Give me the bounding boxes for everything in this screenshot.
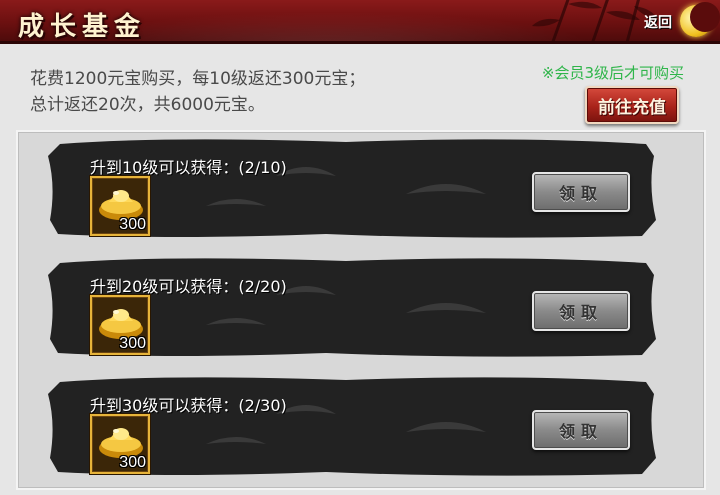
reward-count: 300	[119, 335, 146, 352]
fund-description: 花费1200元宝购买，每10级返还300元宝； 总计返还20次，共6000元宝。	[30, 66, 365, 118]
reward-title: 升到20级可以获得：(2/20)	[90, 277, 287, 296]
moon-shadow	[690, 2, 720, 32]
claim-button[interactable]: 领取	[532, 410, 630, 450]
reward-item-slot[interactable]: 300	[90, 295, 150, 355]
header-bar: 成长基金 返回	[0, 0, 720, 44]
reward-item-slot[interactable]: 300	[90, 176, 150, 236]
back-button[interactable]: 返回	[640, 2, 720, 38]
reward-row: 升到20级可以获得：(2/20) 300 领取	[46, 255, 658, 359]
reward-item-slot[interactable]: 300	[90, 414, 150, 474]
back-button-label: 返回	[644, 15, 672, 31]
claim-button[interactable]: 领取	[532, 172, 630, 212]
reward-count: 300	[119, 216, 146, 233]
reward-row: 升到10级可以获得：(2/10) 300 领取	[46, 136, 658, 240]
fund-description-line-1: 花费1200元宝购买，每10级返还300元宝；	[30, 69, 366, 89]
reward-row: 升到30级可以获得：(2/30) 300 领取	[46, 374, 658, 478]
claim-button[interactable]: 领取	[532, 291, 630, 331]
reward-title: 升到10级可以获得：(2/10)	[90, 158, 287, 177]
reward-count: 300	[119, 454, 146, 471]
recharge-button[interactable]: 前往充值	[585, 86, 679, 124]
page-title: 成长基金	[18, 12, 147, 42]
fund-description-line-2: 总计返还20次，共6000元宝。	[30, 95, 265, 115]
reward-title: 升到30级可以获得：(2/30)	[90, 396, 287, 415]
vip-notice: ※会员3级后才可购买	[541, 64, 684, 82]
